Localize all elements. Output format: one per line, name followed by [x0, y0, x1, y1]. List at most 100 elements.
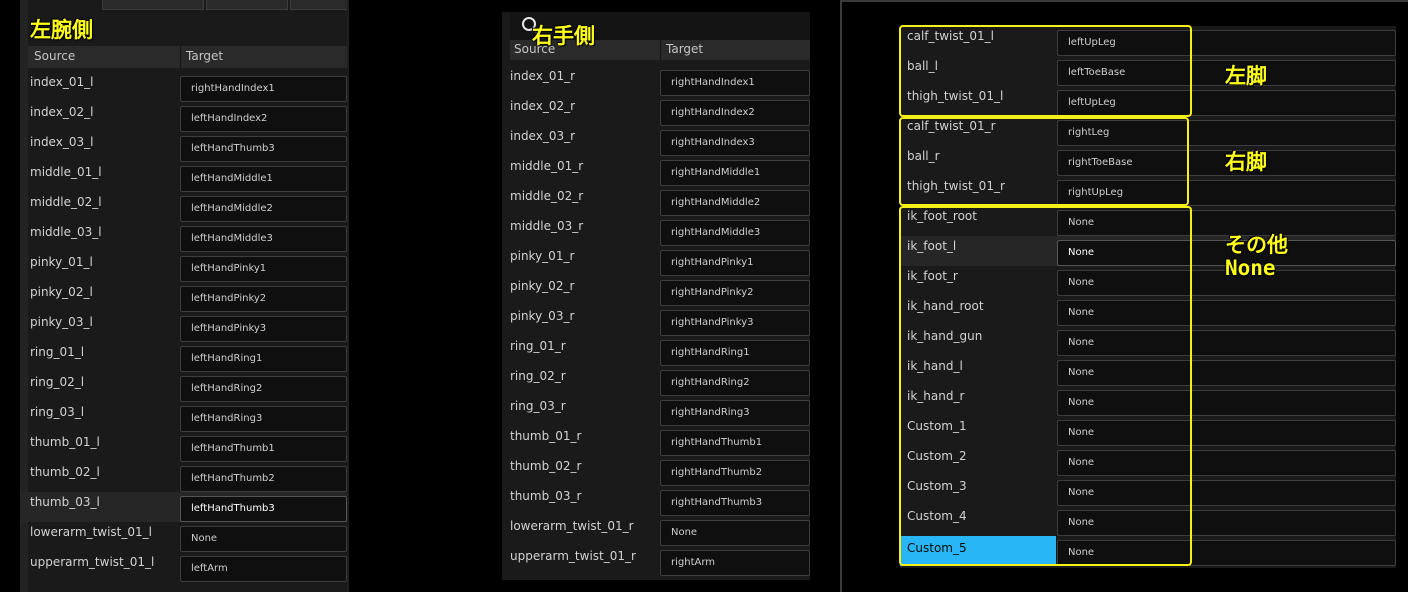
retarget-row[interactable]: index_02_r rightHandIndex2 — [502, 96, 810, 126]
retarget-row[interactable]: thumb_03_l leftHandThumb3 — [20, 492, 347, 522]
target-bone-dropdown[interactable]: rightHandThumb3 — [660, 490, 810, 516]
retarget-row[interactable]: lowerarm_twist_01_r None — [502, 516, 810, 546]
target-bone-dropdown[interactable]: leftHandRing3 — [180, 406, 347, 432]
left-leg-group-box — [899, 25, 1192, 117]
source-bone-label: ring_01_l — [30, 345, 85, 359]
left-arm-annotation: 左腕側 — [30, 18, 93, 42]
target-bone-dropdown[interactable]: leftHandThumb3 — [180, 136, 347, 162]
retarget-row[interactable]: ring_02_l leftHandRing2 — [20, 372, 347, 402]
right-leg-annotation: 右脚 — [1225, 150, 1267, 174]
target-bone-dropdown[interactable]: None — [180, 526, 347, 552]
left-leg-annotation: 左脚 — [1225, 64, 1267, 88]
retarget-row[interactable]: ring_01_l leftHandRing1 — [20, 342, 347, 372]
target-bone-dropdown[interactable]: leftHandPinky1 — [180, 256, 347, 282]
target-bone-dropdown[interactable]: leftHandPinky3 — [180, 316, 347, 342]
target-bone-dropdown[interactable]: leftHandMiddle3 — [180, 226, 347, 252]
retarget-row[interactable]: pinky_01_r rightHandPinky1 — [502, 246, 810, 276]
source-column-header[interactable]: Source — [34, 49, 75, 63]
source-bone-label: middle_01_r — [510, 159, 584, 173]
target-bone-dropdown[interactable]: leftHandRing2 — [180, 376, 347, 402]
retarget-row[interactable]: pinky_03_l leftHandPinky3 — [20, 312, 347, 342]
column-divider[interactable] — [180, 46, 181, 68]
target-bone-dropdown[interactable]: leftHandThumb3 — [180, 496, 347, 522]
source-bone-label: upperarm_twist_01_l — [30, 555, 155, 569]
source-bone-label: index_01_l — [30, 75, 94, 89]
target-bone-dropdown[interactable]: None — [660, 520, 810, 546]
source-bone-label: upperarm_twist_01_r — [510, 549, 636, 563]
target-bone-dropdown[interactable]: rightHandPinky3 — [660, 310, 810, 336]
retarget-row[interactable]: ring_01_r rightHandRing1 — [502, 336, 810, 366]
retarget-row[interactable]: upperarm_twist_01_r rightArm — [502, 546, 810, 576]
target-bone-dropdown[interactable]: leftHandThumb1 — [180, 436, 347, 462]
retarget-row[interactable]: middle_01_l leftHandMiddle1 — [20, 162, 347, 192]
retarget-row[interactable]: thumb_02_l leftHandThumb2 — [20, 462, 347, 492]
retarget-row[interactable]: index_03_r rightHandIndex3 — [502, 126, 810, 156]
source-bone-label: index_02_r — [510, 99, 576, 113]
retarget-row[interactable]: thumb_01_l leftHandThumb1 — [20, 432, 347, 462]
retarget-row[interactable]: index_03_l leftHandThumb3 — [20, 132, 347, 162]
target-bone-dropdown[interactable]: rightHandThumb1 — [660, 430, 810, 456]
retarget-row[interactable]: pinky_01_l leftHandPinky1 — [20, 252, 347, 282]
target-bone-dropdown[interactable]: leftHandThumb2 — [180, 466, 347, 492]
tab[interactable] — [290, 0, 347, 10]
source-bone-label: thumb_01_l — [30, 435, 100, 449]
source-bone-label: thumb_03_l — [30, 495, 100, 509]
target-bone-dropdown[interactable]: rightHandIndex1 — [660, 70, 810, 96]
retarget-row[interactable]: middle_03_l leftHandMiddle3 — [20, 222, 347, 252]
retarget-row[interactable]: middle_02_r rightHandMiddle2 — [502, 186, 810, 216]
retarget-row[interactable]: thumb_01_r rightHandThumb1 — [502, 426, 810, 456]
retarget-row[interactable]: pinky_02_l leftHandPinky2 — [20, 282, 347, 312]
divider-line — [347, 0, 349, 592]
retarget-row[interactable]: upperarm_twist_01_l leftArm — [20, 552, 347, 582]
retarget-row[interactable]: thumb_02_r rightHandThumb2 — [502, 456, 810, 486]
target-bone-dropdown[interactable]: leftHandRing1 — [180, 346, 347, 372]
retarget-row[interactable]: lowerarm_twist_01_l None — [20, 522, 347, 552]
retarget-row[interactable]: middle_02_l leftHandMiddle2 — [20, 192, 347, 222]
right-hand-annotation: 右手側 — [532, 24, 595, 48]
source-bone-label: pinky_02_l — [30, 285, 93, 299]
target-column-header[interactable]: Target — [666, 42, 703, 56]
target-bone-dropdown[interactable]: rightHandIndex2 — [660, 100, 810, 126]
target-bone-dropdown[interactable]: rightHandRing3 — [660, 400, 810, 426]
target-bone-dropdown[interactable]: leftHandPinky2 — [180, 286, 347, 312]
target-bone-dropdown[interactable]: rightHandMiddle2 — [660, 190, 810, 216]
retarget-row[interactable]: middle_01_r rightHandMiddle1 — [502, 156, 810, 186]
right-hand-retarget-panel: Source Target index_01_r rightHandIndex1 i… — [502, 12, 810, 580]
source-bone-label: thumb_01_r — [510, 429, 582, 443]
target-bone-dropdown[interactable]: rightHandMiddle3 — [660, 220, 810, 246]
target-bone-dropdown[interactable]: rightArm — [660, 550, 810, 576]
retarget-row[interactable]: ring_02_r rightHandRing2 — [502, 366, 810, 396]
target-column-header[interactable]: Target — [186, 49, 223, 63]
target-bone-dropdown[interactable]: rightHandMiddle1 — [660, 160, 810, 186]
retarget-row[interactable]: ring_03_r rightHandRing3 — [502, 396, 810, 426]
target-bone-dropdown[interactable]: rightHandIndex1 — [180, 76, 347, 102]
tab[interactable] — [102, 0, 204, 10]
retarget-row[interactable]: index_02_l leftHandIndex2 — [20, 102, 347, 132]
retarget-row[interactable]: middle_03_r rightHandMiddle3 — [502, 216, 810, 246]
target-bone-dropdown[interactable]: leftHandMiddle2 — [180, 196, 347, 222]
retarget-row[interactable]: index_01_l rightHandIndex1 — [20, 72, 347, 102]
source-bone-label: middle_01_l — [30, 165, 102, 179]
tab[interactable] — [206, 0, 288, 10]
retarget-row[interactable]: index_01_r rightHandIndex1 — [502, 66, 810, 96]
source-bone-label: ring_02_r — [510, 369, 566, 383]
target-bone-dropdown[interactable]: rightHandThumb2 — [660, 460, 810, 486]
target-bone-dropdown[interactable]: rightHandPinky2 — [660, 280, 810, 306]
target-bone-dropdown[interactable]: leftHandIndex2 — [180, 106, 347, 132]
target-bone-dropdown[interactable]: rightHandRing1 — [660, 340, 810, 366]
target-bone-dropdown[interactable]: rightHandIndex3 — [660, 130, 810, 156]
retarget-row[interactable]: pinky_02_r rightHandPinky2 — [502, 276, 810, 306]
source-bone-label: middle_02_l — [30, 195, 102, 209]
column-divider[interactable] — [660, 40, 661, 60]
target-bone-dropdown[interactable]: leftArm — [180, 556, 347, 582]
other-group-box — [899, 206, 1192, 566]
retarget-row[interactable]: thumb_03_r rightHandThumb3 — [502, 486, 810, 516]
target-bone-dropdown[interactable]: leftHandMiddle1 — [180, 166, 347, 192]
left-arm-retarget-panel: Source Target index_01_l rightHandIndex1 i… — [20, 0, 347, 592]
target-bone-dropdown[interactable]: rightHandPinky1 — [660, 250, 810, 276]
source-bone-label: index_02_l — [30, 105, 94, 119]
right-leg-group-box — [899, 117, 1189, 206]
target-bone-dropdown[interactable]: rightHandRing2 — [660, 370, 810, 396]
retarget-row[interactable]: ring_03_l leftHandRing3 — [20, 402, 347, 432]
retarget-row[interactable]: pinky_03_r rightHandPinky3 — [502, 306, 810, 336]
